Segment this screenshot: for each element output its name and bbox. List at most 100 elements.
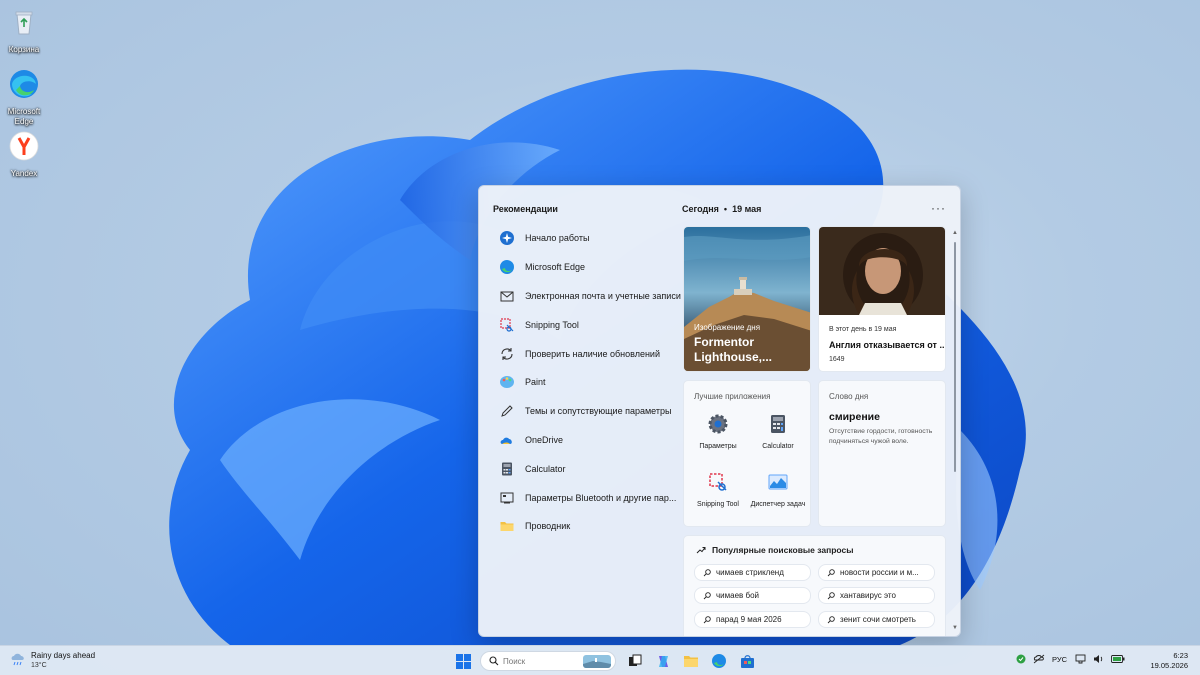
snipping-tool-icon [709,473,727,491]
recommendation-label: Начало работы [525,233,590,244]
scroll-down-arrow-icon[interactable]: ▼ [952,625,958,631]
recommendation-item[interactable]: Snipping Tool [499,310,689,339]
search-icon [827,615,835,623]
trending-query-text: хантавирус это [840,591,896,600]
security-tray-button[interactable] [1016,654,1026,664]
more-options-button[interactable]: ··· [931,201,946,215]
pen-icon [501,405,513,417]
store-button[interactable] [736,650,758,672]
recommendation-item[interactable]: Проверить наличие обновлений [499,339,689,368]
task-view-button[interactable] [624,650,646,672]
calculator-icon [771,415,785,433]
recommendations-section: Рекомендации [493,204,683,214]
recommendation-item[interactable]: OneDrive [499,426,689,455]
file-explorer-button[interactable] [680,650,702,672]
historical-portrait [819,227,945,315]
trending-query-chip[interactable]: зенит сочи смотреть [818,611,935,628]
recommendation-item[interactable]: Начало работы [499,224,689,253]
photo-title: Formentor Lighthouse,... [694,335,772,364]
clock-button[interactable]: 6:23 19.05.2026 [1146,651,1188,671]
recommendation-label: Проводник [525,521,571,532]
recommendation-item[interactable]: Paint [499,368,689,397]
photo-caption: Изображение дня [694,323,761,332]
battery-button[interactable] [1111,655,1125,663]
battery-icon [1111,655,1125,663]
bluetooth-settings-icon [500,492,514,504]
search-icon [703,591,711,599]
today-separator: • [723,204,728,214]
network-tray-button[interactable] [1033,654,1045,664]
network-status-button[interactable] [1075,654,1086,664]
weather-widget-button[interactable]: Rainy days ahead 13°C [10,651,95,671]
recommendation-label: Microsoft Edge [525,262,586,273]
system-tray: РУС [1016,654,1132,664]
desktop-icon-yandex[interactable]: Yandex [0,130,48,179]
trending-query-chip[interactable]: хантавирус это [818,587,935,604]
today-header: Сегодня • 19 мая [682,204,761,214]
word-of-day-card[interactable]: Слово дня смирение Отсутствие гордости, … [818,380,946,527]
recommendation-item[interactable]: Электронная почта и учетные записи [499,282,689,311]
photo-of-day-card[interactable]: Изображение дня Formentor Lighthouse,... [683,226,811,372]
recommendation-label: Проверить наличие обновлений [525,348,660,359]
top-app-label: Диспетчер задач [750,501,806,508]
paint-icon [500,376,514,389]
recommendation-label: Calculator [525,463,566,474]
top-app-task-manager[interactable]: Диспетчер задач [748,471,808,509]
top-app-label: Параметры [699,443,737,450]
task-view-icon [629,654,642,666]
taskbar: Rainy days ahead 13°C Поиск РУС 6:23 19.… [0,645,1200,675]
trending-arrow-icon [696,547,706,554]
language-indicator[interactable]: РУС [1052,655,1067,664]
on-this-day-card[interactable]: В этот день в 19 мая Англия отказывается… [818,226,946,372]
calculator-icon [502,462,512,476]
trending-query-text: новости россии и м... [840,568,919,577]
trending-query-chip[interactable]: чимаев бой [694,587,811,604]
history-caption: В этот день в 19 мая [829,326,897,333]
weather-summary: Rainy days ahead [31,651,96,660]
store-icon [740,654,754,668]
recommendation-item[interactable]: Calculator [499,454,689,483]
recommendation-item[interactable]: Параметры Bluetooth и другие пар... [499,483,689,512]
edge-taskbar-button[interactable] [708,650,730,672]
trending-searches-card: Популярные поисковые запросы чимаев стри… [683,535,946,636]
scrollbar-thumb[interactable] [954,242,956,472]
recommendation-label: Параметры Bluetooth и другие пар... [525,492,677,503]
today-label: Сегодня [682,204,719,214]
volume-button[interactable] [1093,654,1104,664]
recommendations-title: Рекомендации [493,204,558,214]
desktop-icon-edge[interactable]: Microsoft Edge [0,68,48,127]
edge-icon [712,654,726,668]
top-app-calculator[interactable]: Calculator [748,413,808,451]
trending-header: Популярные поисковые запросы [696,545,854,555]
recommendation-item[interactable]: Проводник [499,512,689,541]
edge-icon [10,70,38,98]
update-icon [501,347,513,360]
recommendation-label: Snipping Tool [525,319,579,330]
trending-query-text: чимаев бой [716,591,760,600]
top-app-settings[interactable]: Параметры [688,413,748,451]
recommendation-item[interactable]: Microsoft Edge [499,253,689,282]
taskbar-center [452,650,764,672]
taskbar-search-box[interactable] [480,651,616,671]
recommendation-item[interactable]: Темы и сопутствующие параметры [499,397,689,426]
recommendation-label: OneDrive [525,434,564,445]
search-icon [827,591,835,599]
start-button[interactable] [452,650,474,672]
top-app-snipping-tool[interactable]: Snipping Tool [688,471,748,509]
desktop-icon-recycle-bin[interactable]: Корзина [0,6,48,55]
settings-icon [708,414,728,434]
recommendation-label: Paint [525,377,546,388]
history-title: Англия отказывается от ... [829,340,946,350]
history-year: 1649 [829,356,845,363]
word-of-day-title: Слово дня [829,392,869,401]
widgets-scrollbar[interactable]: ▲ ▼ [951,226,959,636]
scroll-up-arrow-icon[interactable]: ▲ [952,230,958,236]
trending-query-chip[interactable]: чимаев стрикленд [694,564,811,581]
trending-query-chip[interactable]: парад 9 мая 2026 [694,611,811,628]
snipping-tool-icon [500,318,514,332]
search-input[interactable] [503,656,583,666]
search-highlight-thumbnail [583,655,611,668]
trending-query-chip[interactable]: новости россии и м... [818,564,935,581]
copilot-button[interactable] [652,650,674,672]
onedrive-icon [500,437,512,444]
